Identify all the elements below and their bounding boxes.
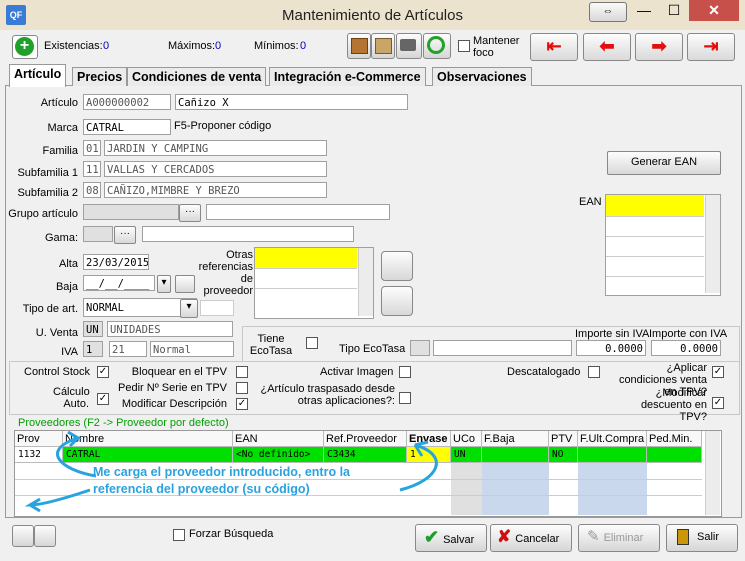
annotation-arrow-bottom [24,488,91,513]
salir-label: Salir [697,531,720,543]
annotation-arrow-left [399,440,438,492]
window: QF Mantenimiento de Artículos ⇔ — ☐ ✕ + … [0,0,745,561]
annotation-arrow-right [56,430,97,478]
paste-icon[interactable] [34,525,56,547]
eraser-icon: ✎ [587,528,600,545]
check-icon: ✔ [424,527,440,547]
eliminar-button[interactable]: ✎ Eliminar [578,524,660,552]
door-icon [677,529,689,546]
annotation-text: Me carga el proveedor introducido, entro… [93,465,350,496]
eliminar-label: Eliminar [603,532,644,544]
cancelar-label: Cancelar [515,533,560,545]
salvar-button[interactable]: ✔ Salvar [415,524,487,552]
salir-button[interactable]: Salir [666,524,738,552]
copy-icon[interactable] [12,525,34,547]
salvar-label: Salvar [443,534,475,546]
x-icon: ✘ [497,527,512,546]
cancelar-button[interactable]: ✘ Cancelar [490,524,572,552]
forzar-busqueda-checkbox[interactable] [173,529,185,541]
forzar-busqueda-label: Forzar Búsqueda [189,528,274,540]
